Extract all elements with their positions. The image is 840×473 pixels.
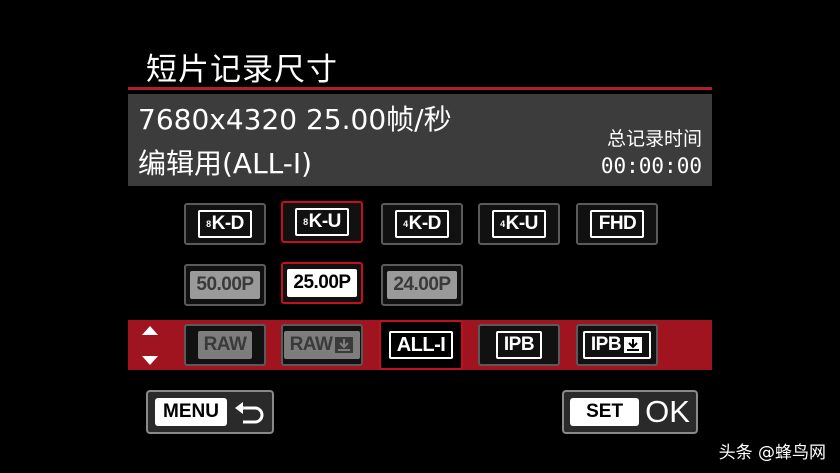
download-icon bbox=[335, 337, 354, 353]
size-option-4k-d[interactable]: 4 K-D bbox=[381, 203, 463, 245]
up-arrow-icon bbox=[142, 326, 158, 335]
size-chip: 8 K-U bbox=[295, 208, 349, 236]
down-arrow-icon bbox=[142, 356, 158, 365]
set-label: SET bbox=[570, 398, 640, 426]
size-chip: FHD bbox=[589, 210, 645, 238]
compression-chip: ALL-I bbox=[388, 331, 454, 359]
size-chip: 8 K-D bbox=[198, 210, 252, 238]
return-arrow-icon bbox=[234, 402, 264, 424]
row-scroll-arrows[interactable] bbox=[140, 326, 160, 366]
resolution-fps-text: 7680x4320 25.00帧/秒 bbox=[138, 103, 452, 136]
title-divider bbox=[128, 87, 712, 90]
ok-label: OK bbox=[645, 394, 690, 429]
compression-option-raw[interactable]: RAW bbox=[184, 324, 266, 366]
compression-mode-text: 编辑用(ALL-I) bbox=[138, 147, 313, 180]
compression-option-raw-light[interactable]: RAW bbox=[281, 324, 363, 366]
size-option-4k-u[interactable]: 4 K-U bbox=[478, 203, 560, 245]
fps-chip: 25.00P bbox=[287, 269, 357, 297]
size-chip: 4 K-U bbox=[492, 210, 546, 238]
info-panel: 7680x4320 25.00帧/秒 编辑用(ALL-I) 总记录时间 00:0… bbox=[128, 94, 712, 186]
menu-label: MENU bbox=[155, 398, 227, 426]
fps-option-25p[interactable]: 25.00P bbox=[281, 262, 363, 304]
fps-option-24p[interactable]: 24.00P bbox=[381, 264, 463, 306]
fps-option-50p[interactable]: 50.00P bbox=[184, 264, 266, 306]
size-option-fhd[interactable]: FHD bbox=[576, 203, 658, 245]
fps-chip: 24.00P bbox=[387, 271, 457, 299]
compression-option-ipb[interactable]: IPB bbox=[478, 324, 560, 366]
set-ok-button[interactable]: SET OK bbox=[562, 390, 698, 434]
compression-option-all-i[interactable]: ALL-I bbox=[379, 320, 463, 370]
watermark-text: 头条 @蜂鸟网 bbox=[718, 443, 826, 463]
screen-title: 短片记录尺寸 bbox=[146, 52, 338, 88]
download-icon bbox=[624, 337, 643, 353]
total-time-label: 总记录时间 bbox=[606, 128, 702, 150]
menu-back-button[interactable]: MENU bbox=[146, 390, 274, 434]
fps-chip: 50.00P bbox=[190, 271, 260, 299]
compression-chip: IPB bbox=[582, 331, 652, 359]
compression-option-ipb-light[interactable]: IPB bbox=[576, 324, 658, 366]
compression-chip: IPB bbox=[495, 331, 543, 359]
total-time-value: 00:00:00 bbox=[600, 154, 702, 178]
size-chip: 4 K-D bbox=[395, 210, 449, 238]
compression-chip: RAW bbox=[197, 331, 253, 359]
size-option-8k-d[interactable]: 8 K-D bbox=[184, 203, 266, 245]
compression-chip: RAW bbox=[283, 331, 361, 359]
size-option-8k-u[interactable]: 8 K-U bbox=[281, 201, 363, 243]
